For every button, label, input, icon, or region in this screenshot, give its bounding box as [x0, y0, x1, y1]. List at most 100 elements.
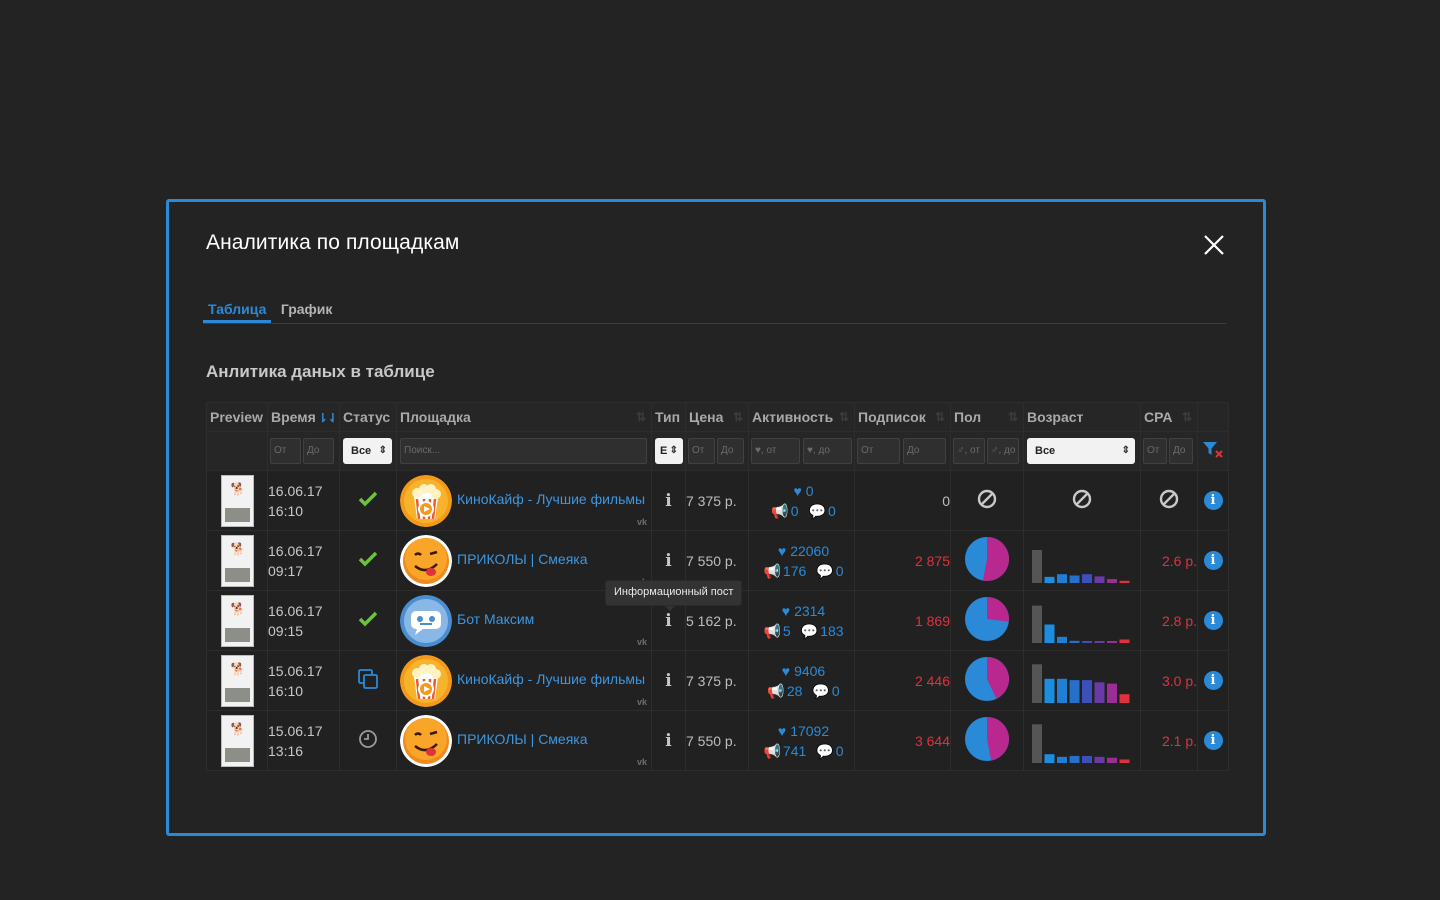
table-row[interactable]: 🐕 15.06.17 16:10 КиноКайф - Лучшие фильмы vk…	[206, 650, 1229, 711]
tab-table[interactable]: Таблица	[203, 300, 272, 323]
status-pending-icon	[358, 730, 378, 752]
info-icon[interactable]: i	[1203, 611, 1223, 630]
post-time: 09:17	[268, 562, 304, 579]
age-bar	[1119, 758, 1130, 763]
time-to-input[interactable]: До	[303, 438, 334, 464]
post-preview-thumb[interactable]: 🐕	[220, 714, 254, 767]
info-icon[interactable]: i	[1203, 671, 1223, 690]
no-data-icon	[977, 489, 997, 512]
activity-to-input[interactable]: ♥, до	[803, 438, 852, 464]
age-bar	[1057, 573, 1067, 583]
sort-icon[interactable]: ⇅	[733, 410, 743, 424]
subs-to-input[interactable]: До	[903, 438, 946, 464]
venue-avatar[interactable]	[400, 535, 452, 587]
likes-count: 22060	[790, 542, 830, 559]
comments-count: 0	[835, 562, 844, 579]
info-icon[interactable]: i	[1203, 491, 1223, 510]
age-bar	[1044, 624, 1055, 643]
col-activity[interactable]: Активность ⇅	[748, 402, 855, 432]
post-date: 16.06.17	[268, 602, 323, 619]
venue-avatar[interactable]	[400, 595, 452, 647]
venue-avatar[interactable]	[400, 475, 452, 527]
age-select[interactable]: Все	[1027, 438, 1135, 464]
info-icon[interactable]: i	[1203, 731, 1223, 750]
comments-count: 0	[827, 502, 836, 519]
age-bar	[1032, 663, 1042, 703]
post-preview-thumb[interactable]: 🐕	[220, 534, 254, 587]
age-bar	[1057, 678, 1067, 703]
venue-avatar[interactable]	[400, 715, 452, 767]
venue-link[interactable]: КиноКайф - Лучшие фильмы	[457, 671, 645, 687]
post-preview-thumb[interactable]: 🐕	[220, 594, 254, 647]
vk-icon: vk	[636, 757, 647, 767]
tab-chart[interactable]: График	[276, 300, 338, 323]
venue-link[interactable]: КиноКайф - Лучшие фильмы	[457, 491, 645, 507]
venue-link[interactable]: ПРИКОЛЫ | Смеяка	[457, 551, 588, 567]
repost-icon: 📢	[763, 742, 781, 759]
repost-icon: 📢	[771, 502, 789, 519]
price-to-input[interactable]: До	[717, 438, 744, 464]
age-bar	[1094, 681, 1105, 703]
post-preview-thumb[interactable]: 🐕	[220, 474, 254, 527]
sort-icon[interactable]: ⇅	[1008, 410, 1018, 424]
col-cpa[interactable]: CPA ⇅	[1140, 402, 1198, 432]
price-from-input[interactable]: От	[688, 438, 715, 464]
venue-avatar[interactable]	[400, 655, 452, 707]
repost-icon: 📢	[767, 682, 785, 699]
type-select[interactable]: Е	[655, 438, 683, 464]
cpa-to-input[interactable]: До	[1169, 438, 1193, 464]
info-icon[interactable]: i	[1203, 551, 1223, 570]
table-row[interactable]: 🐕 15.06.17 13:16 ПРИКОЛЫ | Смеяка vk i 7 550 р…	[206, 710, 1229, 771]
vk-icon: vk	[636, 697, 647, 707]
price: 7 550 р.	[685, 710, 749, 771]
age-bar	[1069, 755, 1080, 763]
post-time: 09:15	[268, 622, 304, 639]
cpa-from-input[interactable]: От	[1143, 438, 1167, 464]
col-venue[interactable]: Площадка ⇅	[396, 402, 652, 432]
gender-pie	[965, 597, 1010, 644]
gender-from-input[interactable]: ♂, от	[953, 438, 985, 464]
info-type-icon[interactable]: i	[665, 731, 671, 751]
info-type-icon[interactable]: i	[665, 611, 671, 631]
age-bar	[1032, 549, 1042, 583]
col-subs[interactable]: Подписок ⇅	[854, 402, 951, 432]
gender-pie	[965, 657, 1010, 704]
comments-count: 0	[831, 682, 840, 699]
sort-icon[interactable]: ⇅	[935, 410, 945, 424]
reposts-count: 5	[782, 622, 791, 639]
reposts-count: 741	[782, 742, 807, 759]
sort-icon[interactable]: ⇅	[1182, 410, 1192, 424]
sort-icon[interactable]: ⇅	[636, 410, 646, 424]
info-type-icon[interactable]: i	[665, 551, 671, 571]
col-price[interactable]: Цена ⇅	[685, 402, 749, 432]
post-preview-thumb[interactable]: 🐕	[220, 654, 254, 707]
subs-from-input[interactable]: От	[857, 438, 900, 464]
comments-count: 183	[820, 622, 844, 639]
time-from-input[interactable]: От	[270, 438, 301, 464]
table-row[interactable]: 🐕 16.06.17 16:10 КиноКайф - Лучшие фильмы vk…	[206, 470, 1229, 531]
age-bar	[1107, 683, 1117, 703]
age-bar	[1069, 640, 1080, 643]
post-time: 16:10	[268, 682, 304, 699]
close-icon[interactable]	[1203, 234, 1225, 256]
likes-count: 2314	[794, 602, 826, 619]
likes-count: 9406	[794, 662, 826, 679]
col-gender[interactable]: Пол ⇅	[950, 402, 1024, 432]
venue-link[interactable]: ПРИКОЛЫ | Смеяка	[457, 731, 588, 747]
age-bar	[1044, 753, 1055, 763]
activity-from-input[interactable]: ♥, от	[751, 438, 800, 464]
clear-filter-icon[interactable]	[1202, 441, 1224, 462]
comments-icon: 💬	[816, 562, 834, 579]
venue-link[interactable]: Бот Максим	[457, 611, 534, 627]
status-copied-icon	[357, 669, 379, 693]
price: 7 375 р.	[685, 470, 749, 531]
col-time[interactable]: Время ⇂⇃	[267, 402, 340, 432]
sort-icon[interactable]: ⇅	[839, 410, 849, 424]
status-select[interactable]: Все	[343, 438, 392, 464]
gender-to-input[interactable]: ♂, до	[987, 438, 1019, 464]
info-type-icon[interactable]: i	[665, 671, 671, 691]
no-data-icon	[1072, 489, 1092, 512]
sort-active-icon[interactable]: ⇂⇃	[318, 411, 338, 425]
info-type-icon[interactable]: i	[665, 491, 671, 511]
venue-search-input[interactable]: Поиск...	[400, 438, 647, 464]
